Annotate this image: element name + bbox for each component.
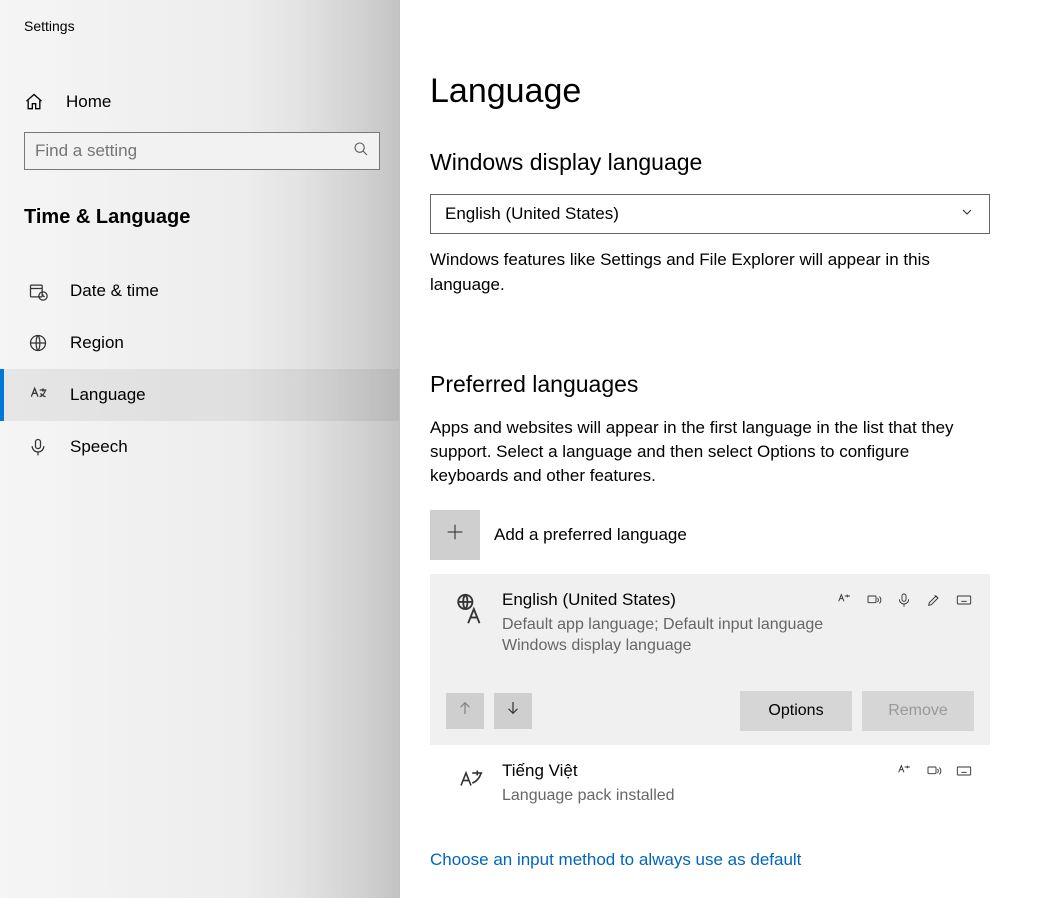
nav-language[interactable]: Language bbox=[0, 369, 399, 421]
home-icon bbox=[24, 92, 50, 112]
language-meta: Tiếng Việt Language pack installed bbox=[496, 761, 894, 807]
settings-window: Settings Home Time & Language Date & tim… bbox=[0, 0, 1038, 898]
add-language-row[interactable]: Add a preferred language bbox=[430, 510, 990, 560]
nav-home-label: Home bbox=[66, 92, 111, 112]
tts-feature-icon bbox=[924, 763, 944, 779]
nav-item-label: Language bbox=[70, 385, 146, 405]
move-down-button[interactable] bbox=[494, 693, 532, 729]
preferred-languages-heading: Preferred languages bbox=[430, 371, 990, 398]
nav-home[interactable]: Home bbox=[0, 82, 399, 122]
search-icon bbox=[353, 141, 369, 162]
language-card-header: English (United States) Default app lang… bbox=[446, 590, 974, 657]
display-language-heading: Windows display language bbox=[430, 149, 990, 176]
input-method-link[interactable]: Choose an input method to always use as … bbox=[430, 850, 801, 870]
language-meta: English (United States) Default app lang… bbox=[496, 590, 834, 657]
main-content: Language Windows display language Englis… bbox=[400, 0, 1038, 898]
remove-button[interactable]: Remove bbox=[862, 691, 974, 731]
display-language-description: Windows features like Settings and File … bbox=[430, 248, 990, 297]
add-button[interactable] bbox=[430, 510, 480, 560]
language-glyph-icon bbox=[446, 761, 496, 793]
language-name: Tiếng Việt bbox=[502, 761, 894, 781]
sidebar: Settings Home Time & Language Date & tim… bbox=[0, 0, 400, 898]
keyboard-feature-icon bbox=[954, 763, 974, 779]
arrow-down-icon bbox=[504, 699, 522, 722]
display-language-value: English (United States) bbox=[445, 204, 619, 224]
display-lang-feature-icon bbox=[894, 763, 914, 779]
chevron-down-icon bbox=[959, 204, 975, 225]
nav-list: Date & time Region Language Speech bbox=[0, 265, 399, 473]
calendar-clock-icon bbox=[28, 281, 54, 301]
nav-region[interactable]: Region bbox=[0, 317, 399, 369]
move-up-button[interactable] bbox=[446, 693, 484, 729]
display-language-select[interactable]: English (United States) bbox=[430, 194, 990, 234]
nav-speech[interactable]: Speech bbox=[0, 421, 399, 473]
display-lang-feature-icon bbox=[834, 592, 854, 608]
search-box[interactable] bbox=[24, 132, 380, 170]
language-card-actions: Options Remove bbox=[446, 691, 974, 731]
app-title: Settings bbox=[0, 14, 399, 34]
add-language-label: Add a preferred language bbox=[494, 525, 687, 545]
nav-date-time[interactable]: Date & time bbox=[0, 265, 399, 317]
language-subtitle: Default app language; Default input lang… bbox=[502, 614, 834, 657]
preferred-languages-description: Apps and websites will appear in the fir… bbox=[430, 416, 990, 487]
language-card[interactable]: Tiếng Việt Language pack installed bbox=[430, 745, 990, 817]
feature-icons bbox=[894, 761, 974, 779]
options-button[interactable]: Options bbox=[740, 691, 852, 731]
globe-icon bbox=[28, 333, 54, 353]
language-name: English (United States) bbox=[502, 590, 834, 610]
handwriting-feature-icon bbox=[924, 592, 944, 608]
language-icon bbox=[28, 385, 54, 405]
language-card-selected[interactable]: English (United States) Default app lang… bbox=[430, 574, 990, 745]
nav-item-label: Date & time bbox=[70, 281, 159, 301]
page-title: Language bbox=[430, 72, 990, 111]
tts-feature-icon bbox=[864, 592, 884, 608]
nav-item-label: Speech bbox=[70, 437, 128, 457]
plus-icon bbox=[444, 521, 466, 548]
arrow-up-icon bbox=[456, 699, 474, 722]
search-wrap bbox=[0, 122, 399, 170]
feature-icons bbox=[834, 590, 974, 608]
nav-item-label: Region bbox=[70, 333, 124, 353]
keyboard-feature-icon bbox=[954, 592, 974, 608]
sidebar-section-title: Time & Language bbox=[0, 170, 399, 241]
language-glyph-icon bbox=[446, 590, 496, 626]
microphone-icon bbox=[28, 437, 54, 457]
speech-feature-icon bbox=[894, 592, 914, 608]
search-input[interactable] bbox=[35, 141, 353, 161]
language-subtitle: Language pack installed bbox=[502, 785, 894, 807]
